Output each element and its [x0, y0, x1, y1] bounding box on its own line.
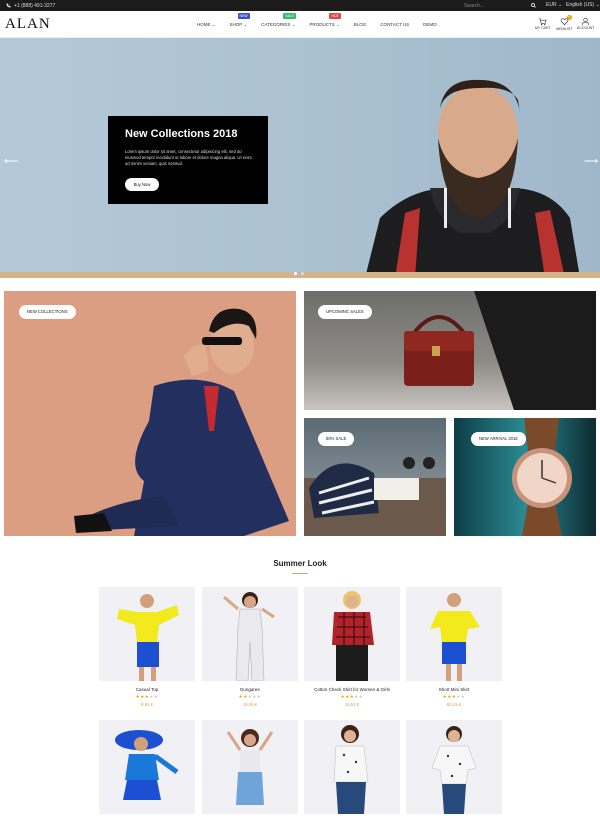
product-image[interactable] — [202, 720, 298, 814]
wishlist-count: 0 — [566, 15, 572, 20]
product-card[interactable] — [406, 720, 502, 814]
logo[interactable]: ALAN — [5, 16, 51, 33]
hot-badge: HOT — [329, 13, 341, 19]
product-price: 83.41 € — [446, 702, 462, 707]
nav-label: BLOG — [353, 22, 367, 27]
nav-label: SHOP — [229, 22, 243, 27]
search-input[interactable]: Search... — [464, 3, 484, 9]
wishlist-button[interactable]: 0 WISHLIST — [556, 15, 573, 31]
language-selector[interactable]: English (US) ⌄ — [566, 2, 600, 8]
product-price: 15.06 € — [242, 702, 258, 707]
search-icon[interactable] — [531, 3, 536, 8]
search-bar[interactable]: Search... — [462, 2, 538, 9]
product-image[interactable] — [202, 587, 298, 681]
product-price: 8.81 € — [141, 702, 153, 707]
banner-sale[interactable]: 50% SALE — [304, 418, 446, 536]
product-rating: ★★★★★ — [135, 694, 159, 699]
cart-button[interactable]: MY CART — [535, 17, 551, 30]
banner-new-arrival[interactable]: NEW ARRIVAL 2018 — [454, 418, 596, 536]
banner-new-collections[interactable]: NEW COLLECTIONS — [4, 291, 296, 536]
product-rating: ★★★★★ — [442, 694, 466, 699]
nav-home[interactable]: HOME ⌄ — [197, 22, 216, 28]
language-value: English (US) — [566, 2, 595, 8]
wishlist-icon-wrap: 0 — [560, 15, 572, 27]
chevron-down-icon: ⌄ — [243, 22, 248, 27]
product-name[interactable]: Casual Top — [99, 687, 195, 692]
product-image[interactable] — [99, 587, 195, 681]
next-arrow-icon[interactable]: ⟶ — [584, 156, 598, 167]
hero-promo-box: New Collections 2018 Lorem ipsum dolor s… — [108, 116, 268, 204]
product-price: 19.52 € — [344, 702, 360, 707]
slider-dot[interactable] — [300, 271, 305, 276]
currency-selector[interactable]: EUR ⌄ — [546, 2, 562, 8]
hero-title: New Collections 2018 — [125, 128, 238, 140]
buy-now-button[interactable]: Buy Now — [125, 178, 159, 191]
product-rating: ★★★★★ — [238, 694, 262, 699]
sale-label: 50% SALE — [318, 432, 355, 446]
account-label: ACCOUNT — [577, 26, 595, 30]
new-badge: NEW — [237, 13, 250, 19]
product-name[interactable]: Dungaree — [202, 687, 298, 692]
product-name[interactable]: Short Mini Skirt — [406, 687, 502, 692]
cart-label: MY CART — [535, 26, 551, 30]
product-image[interactable] — [304, 587, 400, 681]
cart-icon — [539, 18, 547, 26]
product-image[interactable] — [406, 720, 502, 814]
user-icon — [582, 17, 590, 26]
product-card[interactable] — [304, 720, 400, 814]
chevron-down-icon: ⌄ — [291, 22, 296, 27]
main-nav: HOME ⌄ NEW SHOP ⌄ SALE CATEGORIES ⌄ HOT PRO… — [197, 13, 451, 28]
product-card[interactable]: Short Mini Skirt ★★★★★ 83.41 € — [406, 587, 502, 707]
title-underline — [292, 573, 308, 574]
hero-text: Lorem ipsum dolor sit amet, consectetur … — [125, 149, 252, 166]
product-card[interactable] — [202, 720, 298, 814]
product-card[interactable]: Casual Top ★★★★★ 8.81 € — [99, 587, 195, 707]
header: ALAN HOME ⌄ NEW SHOP ⌄ SALE CATEGORIES ⌄ H… — [0, 11, 600, 38]
top-bar: +1 (888) 491-3277 Search... EUR ⌄ Englis… — [0, 0, 600, 11]
chevron-down-icon: ⌄ — [336, 22, 340, 27]
nav-contact[interactable]: CONTACT US — [380, 22, 409, 28]
nav-shop[interactable]: NEW SHOP ⌄ — [229, 13, 250, 28]
product-rating: ★★★★★ — [340, 694, 364, 699]
nav-products[interactable]: HOT PRODUCTS ⌄ — [309, 13, 341, 28]
phone-contact[interactable]: +1 (888) 491-3277 — [6, 3, 55, 9]
nav-blog[interactable]: BLOG — [354, 22, 367, 28]
slider-dot-active[interactable] — [293, 271, 298, 276]
product-image[interactable] — [304, 720, 400, 814]
slider-dots — [293, 271, 305, 276]
nav-demo[interactable]: DEMO — [423, 22, 437, 28]
nav-label: PRODUCTS — [309, 22, 335, 27]
nav-label: CONTACT US — [380, 22, 410, 27]
banner-upcoming-sales[interactable]: UPCOMING SALES — [304, 291, 596, 410]
hero-slider[interactable]: ⟵ ⟶ New Collections 2018 Lorem ipsum dol… — [0, 38, 600, 278]
product-card[interactable]: Cotton Check Shirt for Women & Girls ★★★… — [304, 587, 400, 707]
wishlist-label: WISHLIST — [556, 27, 573, 31]
banner-man-image — [74, 308, 289, 536]
nav-label: CATEGORIES — [261, 22, 291, 27]
phone-number: +1 (888) 491-3277 — [14, 2, 56, 9]
product-card[interactable] — [99, 720, 195, 814]
nav-label: DEMO — [423, 22, 437, 27]
chevron-down-icon: ⌄ — [211, 22, 216, 27]
currency-value: EUR — [546, 2, 557, 8]
sale-badge: SALE — [283, 13, 297, 19]
new-collections-label: NEW COLLECTIONS — [19, 305, 76, 319]
account-button[interactable]: ACCOUNT — [577, 17, 594, 30]
product-image[interactable] — [406, 587, 502, 681]
upcoming-sales-label: UPCOMING SALES — [318, 305, 372, 319]
product-image[interactable] — [99, 720, 195, 814]
product-name[interactable]: Cotton Check Shirt for Women & Girls — [304, 687, 400, 692]
nav-label: HOME — [197, 22, 211, 27]
product-card[interactable]: Dungaree ★★★★★ 15.06 € — [202, 587, 298, 707]
nav-categories[interactable]: SALE CATEGORIES ⌄ — [261, 13, 297, 28]
hero-model-image — [365, 79, 580, 278]
section-title: Summer Look — [273, 559, 327, 568]
prev-arrow-icon[interactable]: ⟵ — [4, 156, 18, 167]
new-arrival-label: NEW ARRIVAL 2018 — [471, 432, 526, 446]
phone-icon — [6, 3, 11, 8]
